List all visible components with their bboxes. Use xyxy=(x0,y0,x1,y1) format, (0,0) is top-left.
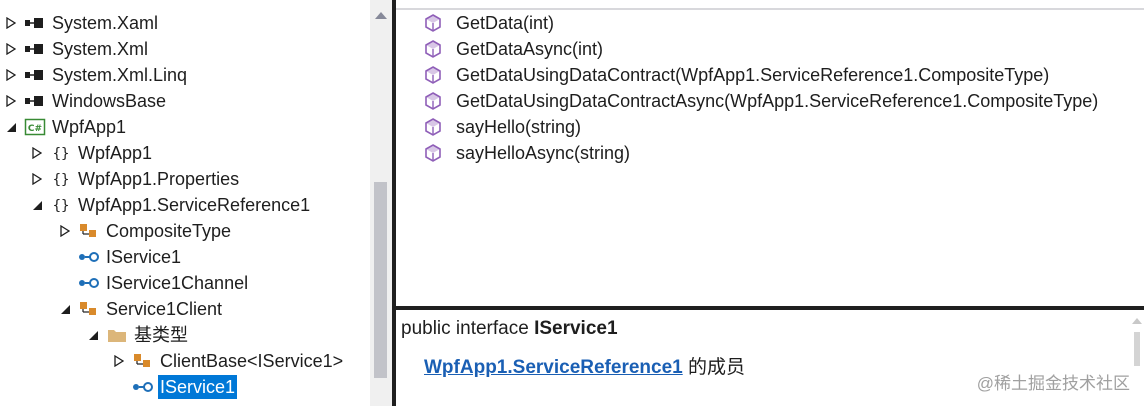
tree-item-label: IService1 xyxy=(106,247,182,267)
expand-arrow-icon[interactable] xyxy=(112,354,126,368)
members-list: GetData(int) GetDataAsync(int) GetDataUs… xyxy=(396,10,1144,306)
scrollbar-thumb[interactable] xyxy=(374,182,387,378)
collapse-arrow-icon[interactable] xyxy=(30,198,44,212)
tree-item-system-xaml[interactable]: System.Xaml xyxy=(4,10,160,36)
tree-item-namespace-wpfapp1[interactable]: {} WpfApp1 xyxy=(30,140,154,166)
collapse-arrow-icon[interactable] xyxy=(58,302,72,316)
svg-text:{}: {} xyxy=(53,172,70,188)
member-item[interactable]: sayHelloAsync(string) xyxy=(422,140,630,166)
watermark: @稀土掘金技术社区 xyxy=(976,374,1130,393)
method-icon xyxy=(422,13,444,33)
class-icon xyxy=(78,299,100,319)
tree-item-label: WpfApp1.Properties xyxy=(78,169,240,189)
member-label: GetDataAsync(int) xyxy=(456,38,604,59)
tree-item-service1client[interactable]: Service1Client xyxy=(58,296,224,322)
tree-item-iservice1[interactable]: IService1 xyxy=(58,244,183,270)
scroll-up-arrow-icon[interactable] xyxy=(1132,318,1142,324)
svg-text:C#: C# xyxy=(28,124,42,134)
tree-item-wpfapp1-project[interactable]: C# WpfApp1 xyxy=(4,114,128,140)
expand-arrow-icon[interactable] xyxy=(58,224,72,238)
member-of-suffix: 的成员 xyxy=(682,357,745,378)
expand-arrow-icon[interactable] xyxy=(30,172,44,186)
member-label: GetDataUsingDataContract(WpfApp1.Service… xyxy=(456,64,1050,85)
tree-item-label: System.Xaml xyxy=(52,13,159,33)
member-label: sayHelloAsync(string) xyxy=(456,142,631,163)
tree-item-iservice1channel[interactable]: IService1Channel xyxy=(58,270,250,296)
members-header-strip xyxy=(396,0,1144,10)
interface-icon xyxy=(132,377,154,397)
scroll-up-arrow-icon[interactable] xyxy=(375,12,387,19)
assembly-icon xyxy=(24,13,46,33)
expand-arrow-icon[interactable] xyxy=(4,42,18,56)
expand-arrow-icon[interactable] xyxy=(30,146,44,160)
expand-arrow-icon[interactable] xyxy=(4,94,18,108)
tree-item-label: IService1Channel xyxy=(106,273,249,293)
member-of-line: WpfApp1.ServiceReference1 的成员 xyxy=(424,352,745,379)
method-icon xyxy=(422,91,444,111)
collapse-arrow-icon[interactable] xyxy=(86,328,100,342)
tree-item-namespace-properties[interactable]: {} WpfApp1.Properties xyxy=(30,166,241,192)
tree-item-label: Service1Client xyxy=(106,299,223,319)
member-label: GetData(int) xyxy=(456,12,555,33)
csharp-project-icon: C# xyxy=(24,117,46,137)
tree-item-clientbase[interactable]: ClientBase<IService1> xyxy=(112,348,345,374)
tree-item-base-types[interactable]: 基类型 xyxy=(86,322,190,348)
tree-item-namespace-servicereference1[interactable]: {} WpfApp1.ServiceReference1 xyxy=(30,192,312,218)
method-icon xyxy=(422,39,444,59)
declaration-name: IService1 xyxy=(534,318,618,339)
tree-item-label: ClientBase<IService1> xyxy=(160,351,344,371)
member-item[interactable]: GetData(int) xyxy=(422,10,554,36)
interface-icon xyxy=(78,273,100,293)
namespace-link[interactable]: WpfApp1.ServiceReference1 xyxy=(424,357,683,378)
tree-item-label: CompositeType xyxy=(106,221,232,241)
method-icon xyxy=(422,117,444,137)
scrollbar-thumb[interactable] xyxy=(1134,332,1140,366)
description-scrollbar[interactable] xyxy=(1130,310,1144,406)
member-item[interactable]: GetDataAsync(int) xyxy=(422,36,603,62)
namespace-icon: {} xyxy=(50,143,72,163)
tree-item-label: WindowsBase xyxy=(52,91,167,111)
tree-item-compositetype[interactable]: CompositeType xyxy=(58,218,233,244)
assembly-icon xyxy=(24,39,46,59)
declaration-line: public interface IService1 xyxy=(401,318,618,340)
tree-item-label: System.Xml.Linq xyxy=(52,65,188,85)
method-icon xyxy=(422,143,444,163)
tree-item-system-xml-linq[interactable]: System.Xml.Linq xyxy=(4,62,189,88)
member-label: sayHello(string) xyxy=(456,116,582,137)
member-item[interactable]: GetDataUsingDataContract(WpfApp1.Service… xyxy=(422,62,1049,88)
tree-item-windowsbase[interactable]: WindowsBase xyxy=(4,88,168,114)
description-pane: public interface IService1 WpfApp1.Servi… xyxy=(396,310,1144,406)
folder-icon xyxy=(106,325,128,345)
expand-arrow-icon[interactable] xyxy=(4,68,18,82)
assembly-icon xyxy=(24,65,46,85)
object-browser-tree: System.Xaml System.Xml System.Xml.Linq W… xyxy=(0,0,370,406)
class-icon xyxy=(78,221,100,241)
namespace-icon: {} xyxy=(50,195,72,215)
tree-item-label: 基类型 xyxy=(134,325,188,345)
class-icon xyxy=(132,351,154,371)
declaration-prefix: public interface xyxy=(401,318,535,339)
method-icon xyxy=(422,65,444,85)
member-item[interactable]: sayHello(string) xyxy=(422,114,581,140)
svg-text:{}: {} xyxy=(53,198,70,214)
tree-item-label: IService1 xyxy=(158,375,238,399)
namespace-icon: {} xyxy=(50,169,72,189)
interface-icon xyxy=(78,247,100,267)
assembly-icon xyxy=(24,91,46,111)
tree-item-label: WpfApp1 xyxy=(52,117,127,137)
tree-scrollbar[interactable] xyxy=(370,0,392,406)
member-label: GetDataUsingDataContractAsync(WpfApp1.Se… xyxy=(456,90,1099,111)
svg-text:{}: {} xyxy=(53,146,70,162)
tree-item-label: System.Xml xyxy=(52,39,149,59)
tree-item-label: WpfApp1.ServiceReference1 xyxy=(78,195,311,215)
tree-item-iservice1-selected[interactable]: IService1 xyxy=(112,374,238,400)
expand-arrow-icon[interactable] xyxy=(4,16,18,30)
tree-item-system-xml[interactable]: System.Xml xyxy=(4,36,150,62)
member-item[interactable]: GetDataUsingDataContractAsync(WpfApp1.Se… xyxy=(422,88,1098,114)
collapse-arrow-icon[interactable] xyxy=(4,120,18,134)
tree-item-label: WpfApp1 xyxy=(78,143,153,163)
